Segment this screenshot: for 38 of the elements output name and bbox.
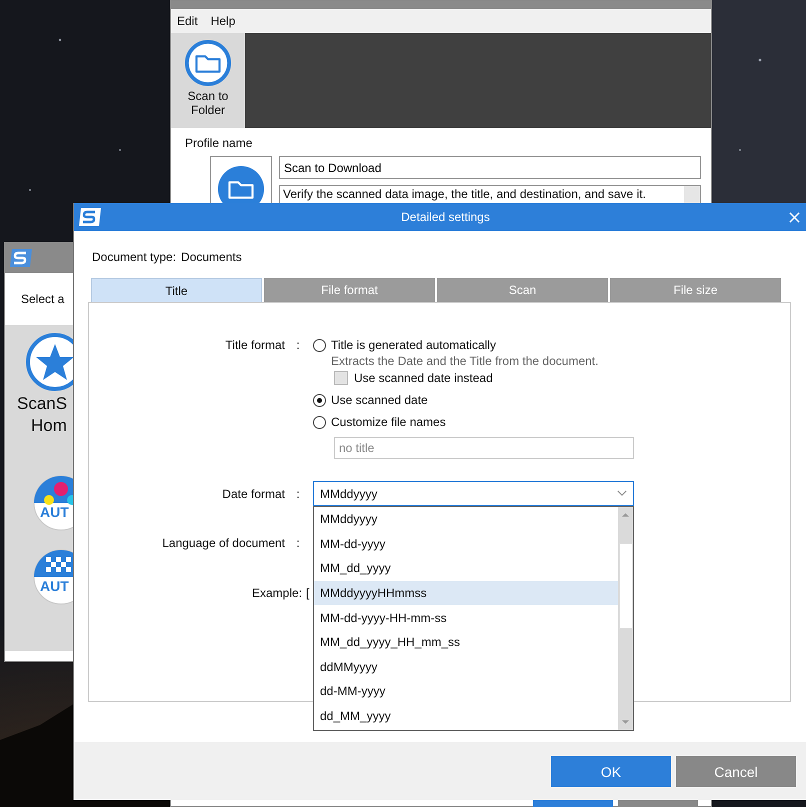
radio-label: Customize file names xyxy=(331,415,446,429)
profile-label: Hom xyxy=(30,415,68,437)
dropdown-option[interactable]: MMddyyyyHHmmss xyxy=(314,580,618,606)
cancel-button[interactable]: Cancel xyxy=(676,756,796,787)
dropdown-option[interactable]: MM_dd_yyyy_HH_mm_ss xyxy=(314,630,618,655)
separator-text: : xyxy=(296,338,300,354)
file-name-field[interactable]: no title xyxy=(334,437,634,459)
dropdown-option[interactable]: dd_MM_yyyy xyxy=(314,704,618,728)
radio-label: Use scanned date xyxy=(331,393,428,407)
date-format-dropdown[interactable]: MMddyyyy xyxy=(313,481,634,506)
dropdown-option[interactable]: dd-MM-yyyy xyxy=(314,679,618,704)
field-label: Language of document xyxy=(162,536,285,550)
sidebar-item[interactable]: Scan to Folder xyxy=(171,33,245,128)
example-value: [ xyxy=(306,586,310,600)
profile-name-label: Profile name xyxy=(185,136,252,150)
separator-text: : xyxy=(296,536,300,550)
example-label: Example: xyxy=(252,586,302,600)
profile-label: ScanS xyxy=(16,393,68,415)
document-type-value: Documents xyxy=(181,250,242,264)
separator-text: : xyxy=(296,486,300,500)
field-label: Date format xyxy=(222,486,285,500)
radio-label: Title is generated automatically xyxy=(331,338,496,352)
dialog-title: Detailed settings xyxy=(400,210,491,224)
menu-item[interactable]: Help xyxy=(210,14,236,28)
dropdown-option[interactable]: MM-dd-yyyy-HH-mm-ss xyxy=(314,605,618,630)
dropdown-option[interactable]: MM-dd-yyyy xyxy=(314,532,618,556)
dropdown-option[interactable]: MM_dd_yyyy xyxy=(314,556,618,581)
profile-name-field[interactable]: Scan to Download xyxy=(279,156,701,179)
dropdown-option[interactable]: ddMMyyyy xyxy=(314,654,618,680)
ok-button[interactable]: OK xyxy=(551,756,671,787)
field-label: Title format xyxy=(225,338,285,354)
hint-text: Extracts the Date and the Title from the document. xyxy=(331,354,598,368)
prompt-text: Select a xyxy=(21,292,64,306)
checkbox-label: Use scanned date instead xyxy=(354,371,493,385)
document-type-label: Document type: xyxy=(92,250,176,264)
menu-item[interactable]: Edit xyxy=(177,14,198,28)
dropdown-option[interactable]: MMddyyyy xyxy=(314,507,618,532)
tab[interactable]: Title xyxy=(91,278,262,302)
